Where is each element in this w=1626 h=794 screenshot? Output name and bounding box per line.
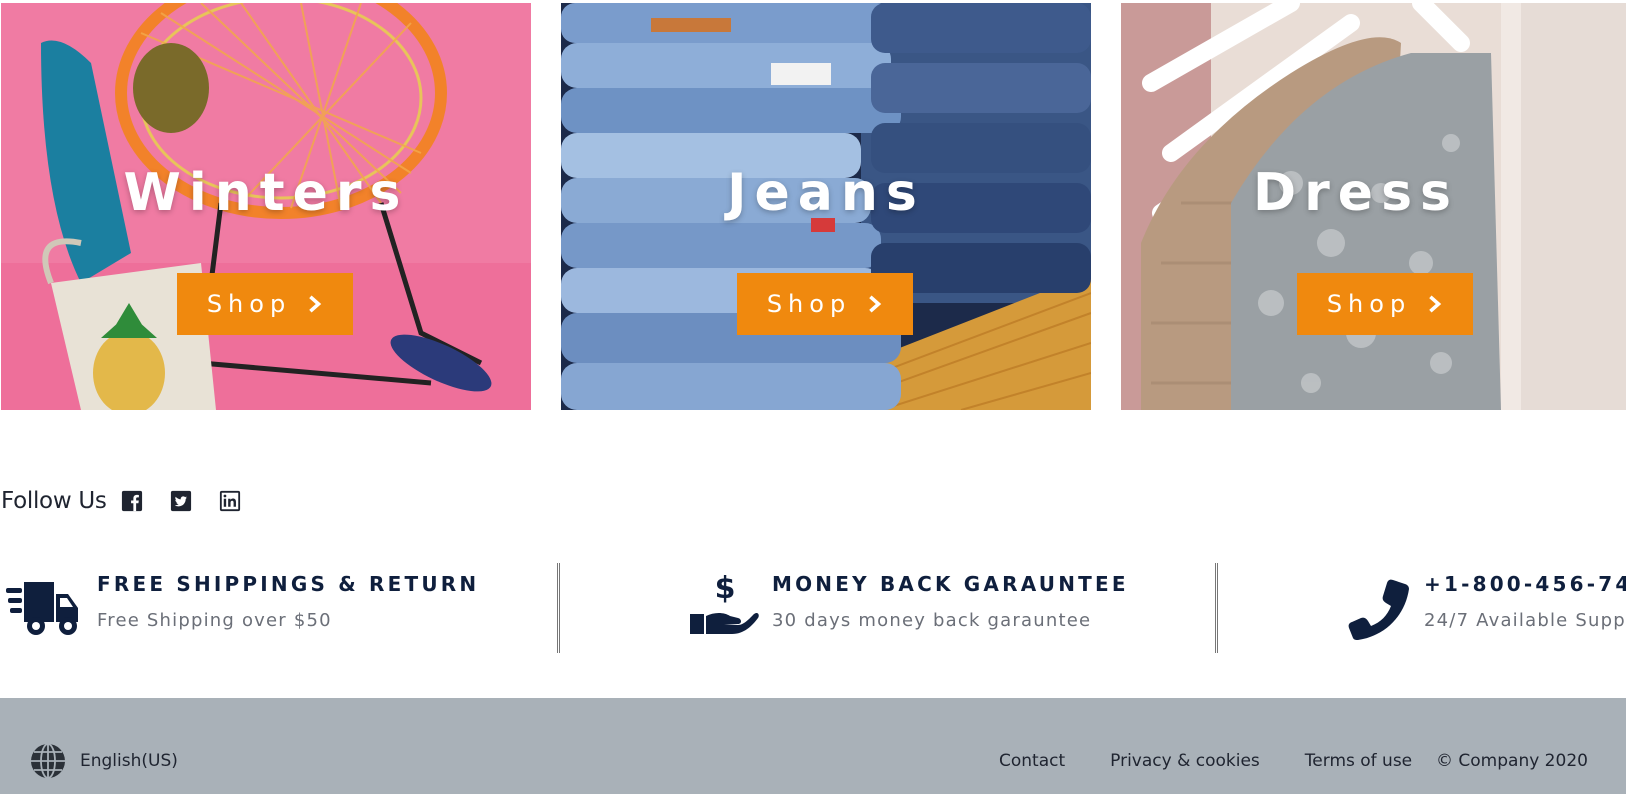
chevron-right-icon [869, 295, 882, 313]
feature-title: FREE SHIPPINGS & RETURN [97, 572, 480, 596]
money-hand-icon: $ [690, 571, 759, 634]
language-label: English(US) [80, 751, 178, 771]
twitter-icon[interactable] [170, 490, 192, 512]
svg-text:$: $ [715, 571, 736, 606]
delivery-truck-icon [6, 582, 78, 635]
feature-divider [557, 563, 560, 653]
category-cards: Winters Shop Jeans Shop Dress Shop [1, 3, 1626, 410]
feature-subtitle: 30 days money back garauntee [772, 610, 1092, 631]
language-selector[interactable]: English(US) [30, 743, 178, 779]
feature-money-back: $ MONEY BACK GARAUNTEE 30 days money bac… [688, 560, 1208, 655]
follow-us-label: Follow Us [1, 488, 107, 514]
copyright-text: © Company 2020 [1436, 751, 1588, 771]
linkedin-icon[interactable] [219, 490, 241, 512]
footer-link-terms[interactable]: Terms of use [1305, 751, 1412, 771]
footer-links: Contact Privacy & cookies Terms of use [999, 751, 1457, 771]
shop-button-label: Shop [1326, 290, 1412, 318]
chevron-right-icon [309, 295, 322, 313]
globe-icon [31, 743, 65, 779]
follow-us: Follow Us [1, 486, 268, 516]
category-card-winters[interactable]: Winters Shop [1, 3, 531, 410]
shop-button-dress[interactable]: Shop [1297, 273, 1473, 335]
feature-phone-support: +1-800-456-747 24/7 Available Suppo [1347, 560, 1626, 655]
facebook-icon[interactable] [121, 490, 143, 512]
feature-subtitle: Free Shipping over $50 [97, 610, 332, 631]
category-title: Winters [123, 163, 409, 223]
feature-title: +1-800-456-747 [1424, 572, 1626, 596]
feature-title: MONEY BACK GARAUNTEE [772, 572, 1129, 596]
category-card-dress[interactable]: Dress Shop [1121, 3, 1626, 410]
feature-subtitle: 24/7 Available Suppo [1424, 610, 1626, 631]
shop-button-jeans[interactable]: Shop [737, 273, 913, 335]
category-card-jeans[interactable]: Jeans Shop [561, 3, 1091, 410]
shop-button-label: Shop [206, 290, 292, 318]
feature-free-shipping: FREE SHIPPINGS & RETURN Free Shipping ov… [6, 560, 546, 655]
chevron-right-icon [1429, 295, 1442, 313]
category-title: Jeans [727, 163, 925, 223]
shop-button-winters[interactable]: Shop [177, 273, 353, 335]
site-footer: English(US) Contact Privacy & cookies Te… [0, 698, 1626, 794]
footer-link-privacy[interactable]: Privacy & cookies [1110, 751, 1260, 771]
phone-icon [1348, 579, 1409, 640]
feature-divider [1215, 563, 1218, 653]
category-title: Dress [1253, 163, 1459, 223]
shop-button-label: Shop [766, 290, 852, 318]
footer-link-contact[interactable]: Contact [999, 751, 1065, 771]
